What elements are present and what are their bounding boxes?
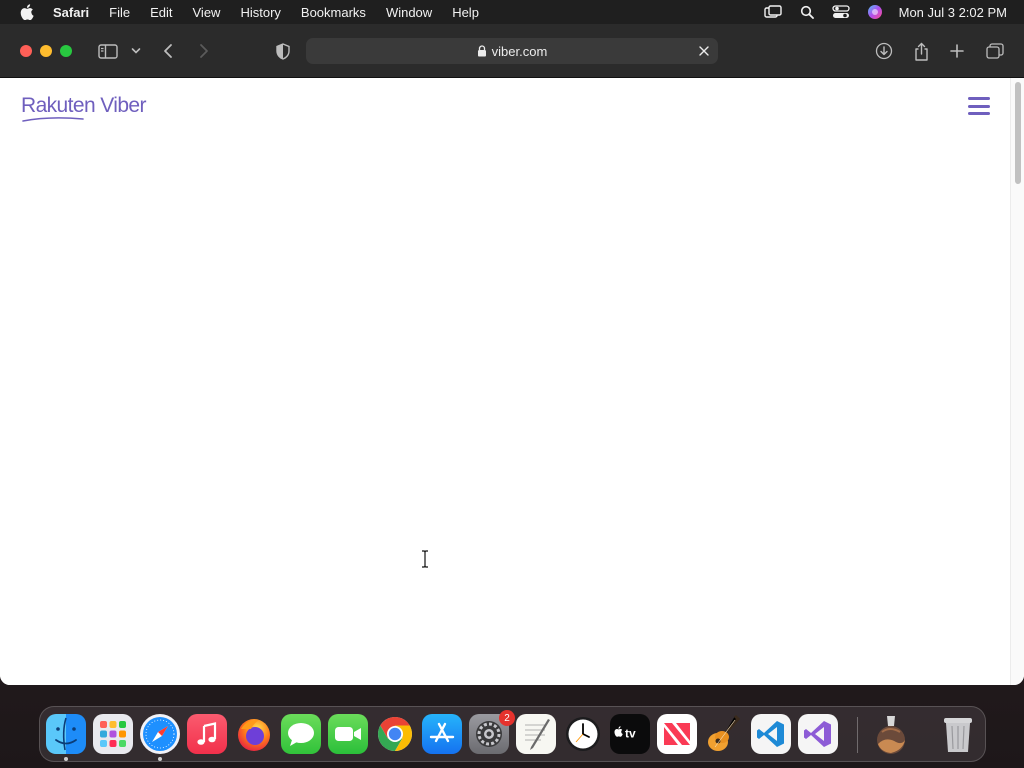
menu-help[interactable]: Help bbox=[452, 5, 479, 20]
rakuten-viber-logo[interactable]: Rakuten Viber bbox=[21, 94, 147, 122]
app-store-icon[interactable] bbox=[422, 714, 462, 754]
address-bar[interactable]: viber.com bbox=[306, 38, 718, 64]
close-window-button[interactable] bbox=[20, 45, 32, 57]
visual-studio-icon[interactable] bbox=[798, 714, 838, 754]
menu-bar: Safari File Edit View History Bookmarks … bbox=[0, 0, 1024, 24]
menu-edit[interactable]: Edit bbox=[150, 5, 172, 20]
menubar-clock[interactable]: Mon Jul 3 2:02 PM bbox=[899, 5, 1007, 20]
lock-icon bbox=[477, 45, 487, 57]
safari-app-icon[interactable] bbox=[140, 714, 180, 754]
status-area: Mon Jul 3 2:02 PM bbox=[749, 0, 1007, 24]
minimize-window-button[interactable] bbox=[40, 45, 52, 57]
menu-history[interactable]: History bbox=[240, 5, 280, 20]
trash-icon[interactable] bbox=[938, 714, 978, 754]
apple-menu-icon[interactable] bbox=[19, 4, 35, 20]
textedit-icon[interactable] bbox=[516, 714, 556, 754]
menu-view[interactable]: View bbox=[193, 5, 221, 20]
svg-text:tv: tv bbox=[625, 727, 636, 741]
share-icon[interactable] bbox=[913, 41, 929, 61]
menu-file[interactable]: File bbox=[109, 5, 130, 20]
messages-icon[interactable] bbox=[281, 714, 321, 754]
scrollbar-thumb[interactable] bbox=[1015, 82, 1021, 184]
browser-toolbar: viber.com bbox=[0, 24, 1024, 78]
text-cursor-icon bbox=[420, 550, 430, 573]
music-icon[interactable] bbox=[187, 714, 227, 754]
back-icon[interactable] bbox=[160, 41, 176, 61]
menu-bookmarks[interactable]: Bookmarks bbox=[301, 5, 366, 20]
screen-mirroring-icon[interactable] bbox=[763, 4, 783, 20]
download-icon[interactable] bbox=[875, 41, 893, 61]
apple-tv-icon[interactable]: tv bbox=[610, 714, 650, 754]
firefox-icon[interactable] bbox=[234, 714, 274, 754]
menu-safari[interactable]: Safari bbox=[53, 5, 89, 20]
new-tab-icon[interactable] bbox=[949, 41, 965, 61]
privacy-shield-icon[interactable] bbox=[274, 41, 292, 61]
web-page-viewport: Rakuten Viber bbox=[0, 78, 1010, 685]
safari-running-dot bbox=[158, 757, 162, 761]
google-chrome-icon[interactable] bbox=[375, 714, 415, 754]
siri-icon[interactable] bbox=[865, 4, 885, 20]
menu-window[interactable]: Window bbox=[386, 5, 432, 20]
garageband-icon[interactable] bbox=[704, 714, 744, 754]
facetime-icon[interactable] bbox=[328, 714, 368, 754]
dock: 2 tv bbox=[39, 706, 986, 762]
clock-app-icon[interactable] bbox=[563, 714, 603, 754]
logo-swoosh-icon bbox=[22, 117, 84, 122]
tab-overview-icon[interactable] bbox=[986, 41, 1004, 61]
finder-icon[interactable] bbox=[46, 714, 86, 754]
page-scrollbar[interactable] bbox=[1010, 78, 1024, 685]
spotlight-search-icon[interactable] bbox=[797, 4, 817, 20]
control-center-icon[interactable] bbox=[831, 4, 851, 20]
url-text[interactable]: viber.com bbox=[492, 44, 548, 59]
visual-studio-code-icon[interactable] bbox=[751, 714, 791, 754]
chevron-down-icon[interactable] bbox=[130, 41, 142, 61]
safari-window: viber.com Rakuten Viber bbox=[0, 24, 1024, 685]
downloads-stack-icon[interactable] bbox=[871, 714, 911, 754]
clear-url-icon[interactable] bbox=[696, 43, 712, 59]
sidebar-icon[interactable] bbox=[97, 41, 119, 61]
dock-separator bbox=[857, 717, 858, 753]
forward-icon[interactable] bbox=[196, 41, 212, 61]
finder-running-dot bbox=[64, 757, 68, 761]
notification-badge: 2 bbox=[499, 710, 515, 726]
launchpad-icon[interactable] bbox=[93, 714, 133, 754]
news-icon[interactable] bbox=[657, 714, 697, 754]
zoom-window-button[interactable] bbox=[60, 45, 72, 57]
hamburger-menu-icon[interactable] bbox=[968, 97, 990, 115]
